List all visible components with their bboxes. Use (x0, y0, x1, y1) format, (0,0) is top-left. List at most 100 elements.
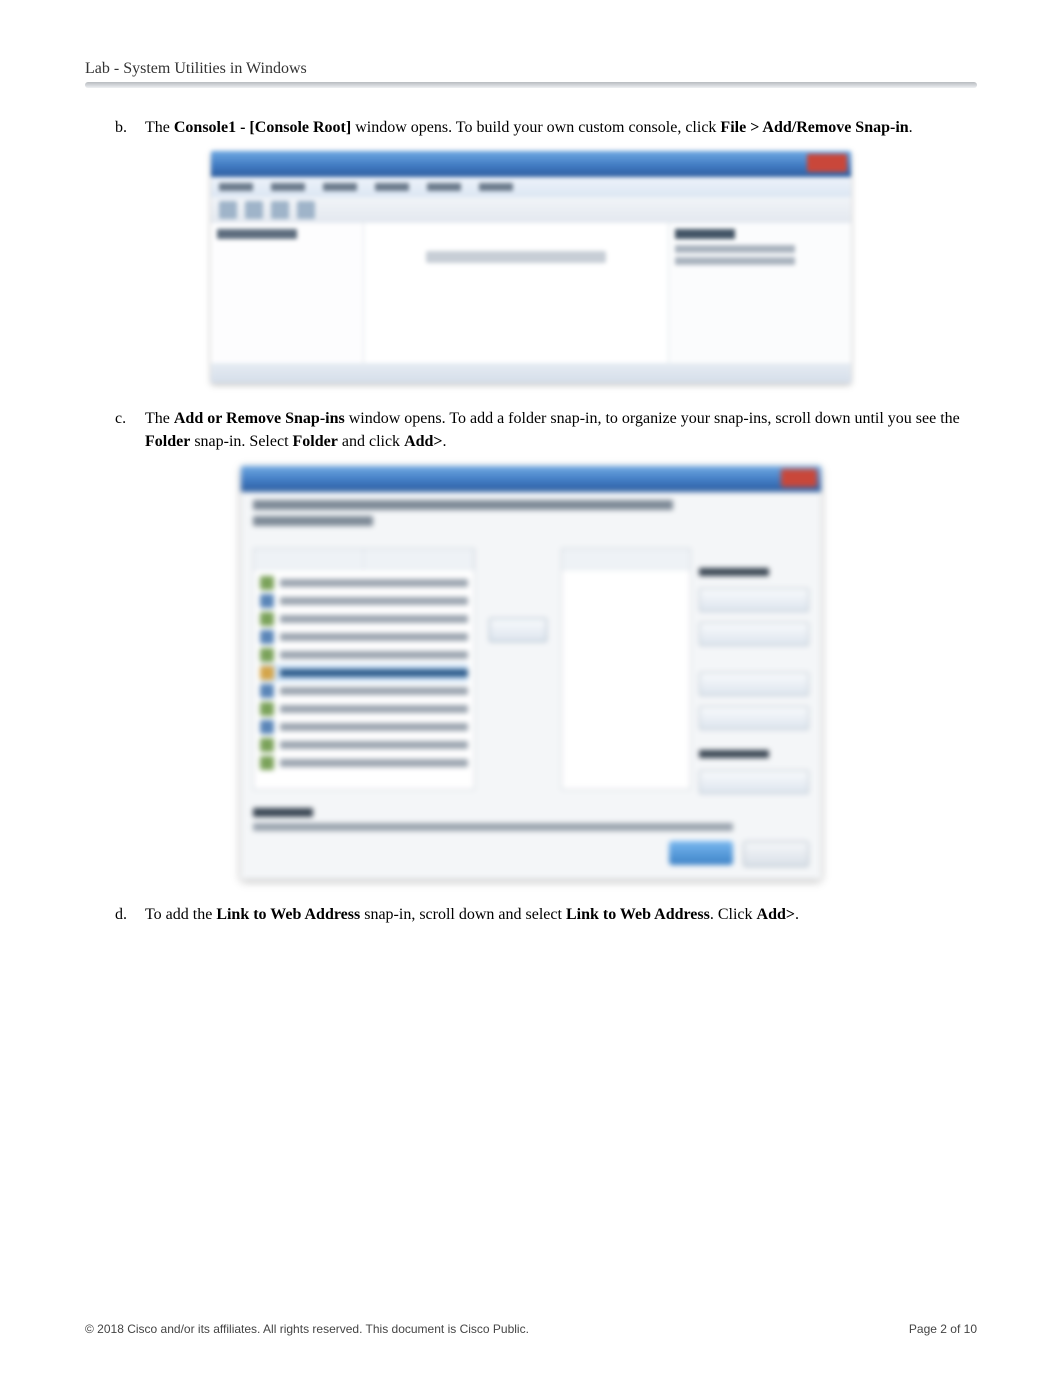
snapin-label (280, 633, 468, 641)
step-b-bold1: Console1 - [Console Root] (174, 119, 351, 136)
step-c-mid3: and click (338, 433, 404, 450)
toolbar-button[interactable] (297, 201, 315, 219)
list-item[interactable] (260, 574, 468, 592)
header-rule (85, 82, 977, 88)
toolbar-button[interactable] (245, 201, 263, 219)
snapin-label (280, 651, 468, 659)
step-d: d. To add the Link to Web Address snap-i… (115, 903, 977, 926)
snapin-icon (260, 630, 274, 644)
snapin-icon (260, 720, 274, 734)
step-c-pre: The (145, 410, 174, 427)
figure-add-remove-snapins (85, 466, 977, 879)
list-item[interactable] (260, 628, 468, 646)
snapin-label (280, 687, 468, 695)
step-b-body: The Console1 - [Console Root] window ope… (145, 116, 977, 139)
selected-list-header (562, 549, 690, 570)
move-down-button[interactable] (699, 706, 809, 730)
footer-page-label: Page (909, 1322, 940, 1336)
step-c-bold1: Add or Remove Snap-ins (174, 410, 345, 427)
toolbar-button[interactable] (271, 201, 289, 219)
actions-header (675, 229, 735, 239)
move-up-button[interactable] (699, 672, 809, 696)
menu-action[interactable] (271, 183, 305, 191)
step-c-post: . (443, 433, 447, 450)
menu-view[interactable] (323, 183, 357, 191)
cancel-button[interactable] (743, 841, 809, 867)
snapin-label (280, 705, 468, 713)
description-area (241, 802, 821, 841)
running-header: Lab - System Utilities in Windows (85, 60, 977, 78)
window-titlebar (211, 151, 851, 177)
close-icon[interactable] (807, 154, 847, 172)
actions-item[interactable] (675, 245, 795, 253)
step-b-bold2: File > Add/Remove Snap-in (720, 119, 908, 136)
actions-item[interactable] (675, 257, 795, 265)
menu-help[interactable] (479, 183, 513, 191)
list-item[interactable] (260, 592, 468, 610)
step-c-body: The Add or Remove Snap-ins window opens.… (145, 407, 977, 453)
list-item-folder-selected[interactable] (260, 664, 468, 682)
ok-button[interactable] (669, 841, 733, 865)
menu-file[interactable] (219, 183, 253, 191)
snapin-label (280, 615, 468, 623)
step-b-letter: b. (115, 116, 145, 139)
step-d-bold1: Link to Web Address (216, 906, 360, 923)
footer-page-current: 2 (940, 1322, 947, 1336)
available-snapins-list[interactable] (253, 548, 475, 790)
step-d-pre: To add the (145, 906, 216, 923)
toolbar-button[interactable] (219, 201, 237, 219)
description-text (253, 823, 733, 831)
list-item[interactable] (260, 682, 468, 700)
step-d-letter: d. (115, 903, 145, 926)
add-button[interactable] (489, 618, 547, 642)
edit-extensions-label (699, 568, 769, 576)
step-c: c. The Add or Remove Snap-ins window ope… (115, 407, 977, 453)
dialog-right-buttons (699, 548, 809, 794)
step-c-bold3: Folder (293, 433, 338, 450)
detail-placeholder-text (426, 251, 606, 263)
step-d-mid2: . Click (710, 906, 757, 923)
dialog-instruction (241, 492, 821, 540)
list-item[interactable] (260, 718, 468, 736)
list-item[interactable] (260, 754, 468, 772)
tree-pane[interactable] (211, 223, 364, 363)
selected-snapins-list[interactable] (561, 548, 691, 790)
step-b-mid: window opens. To build your own custom c… (351, 119, 720, 136)
step-c-mid2: snap-in. Select (190, 433, 292, 450)
menu-bar[interactable] (211, 177, 851, 197)
step-d-bold2: Link to Web Address (566, 906, 710, 923)
step-c-bold4: Add> (404, 433, 442, 450)
dialog-middle (241, 540, 821, 802)
list-item[interactable] (260, 700, 468, 718)
list-rows (254, 570, 474, 789)
list-item[interactable] (260, 736, 468, 754)
dialog-titlebar (241, 466, 821, 492)
menu-window[interactable] (427, 183, 461, 191)
edit-extensions-button[interactable] (699, 588, 809, 612)
footer-page-total: 10 (964, 1322, 977, 1336)
snapin-icon (260, 612, 274, 626)
toolbar (211, 197, 851, 223)
dialog-footer (241, 841, 821, 879)
step-d-post: . (795, 906, 799, 923)
snapin-label (280, 759, 468, 767)
snapin-icon (260, 756, 274, 770)
remove-button[interactable] (699, 622, 809, 646)
step-c-bold2: Folder (145, 433, 190, 450)
advanced-button[interactable] (699, 770, 809, 794)
page: Lab - System Utilities in Windows b. The… (0, 0, 1062, 1376)
instruction-line (253, 516, 373, 526)
list-item[interactable] (260, 610, 468, 628)
console-root-node[interactable] (217, 229, 297, 239)
snapin-icon (260, 576, 274, 590)
console1-window (211, 151, 851, 383)
menu-favorites[interactable] (375, 183, 409, 191)
dialog-center-buttons (483, 548, 553, 794)
snapin-label (280, 579, 468, 587)
snapin-label (280, 741, 468, 749)
step-b-pre: The (145, 119, 174, 136)
list-item[interactable] (260, 646, 468, 664)
advanced-label (699, 750, 769, 758)
close-icon[interactable] (781, 469, 817, 487)
status-bar (211, 363, 851, 383)
